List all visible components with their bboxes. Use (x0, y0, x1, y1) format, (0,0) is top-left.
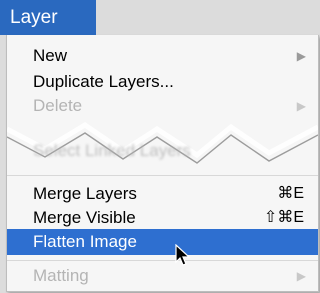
menu-separator (7, 175, 318, 176)
menu-item-matting: Matting ▶ (7, 263, 318, 289)
menu-item-new-label: New (33, 46, 68, 65)
merge-visible-shortcut: ⇧⌘E (263, 209, 304, 226)
layer-menu-title[interactable]: Layer (0, 0, 96, 35)
menu-item-duplicate-layers[interactable]: Duplicate Layers... (7, 69, 318, 95)
submenu-arrow-icon: ▶ (296, 49, 306, 63)
menu-item-duplicate-label: Duplicate Layers... (33, 72, 174, 91)
menu-separator (7, 260, 318, 261)
menu-item-merge-visible[interactable]: Merge Visible ⇧⌘E (7, 205, 318, 231)
menu-item-matting-label: Matting (33, 266, 89, 285)
menu-item-merge-visible-label: Merge Visible (33, 208, 136, 227)
menu-item-flatten-image[interactable]: Flatten Image (7, 229, 318, 255)
menu-item-select-linked-label: Select Linked Layers (33, 141, 191, 160)
menu-item-new[interactable]: New ▶ (7, 43, 318, 69)
submenu-arrow-icon: ▶ (296, 269, 306, 283)
layer-menu: New ▶ Duplicate Layers... Delete ▶ Selec… (6, 35, 319, 292)
menu-item-flatten-label: Flatten Image (33, 232, 137, 251)
menu-item-select-linked-layers: Select Linked Layers (7, 138, 318, 164)
merge-layers-shortcut: ⌘E (277, 185, 304, 202)
mouse-pointer-icon (175, 244, 191, 266)
menu-item-merge-layers-label: Merge Layers (33, 184, 137, 203)
menu-item-merge-layers[interactable]: Merge Layers ⌘E (7, 181, 318, 207)
